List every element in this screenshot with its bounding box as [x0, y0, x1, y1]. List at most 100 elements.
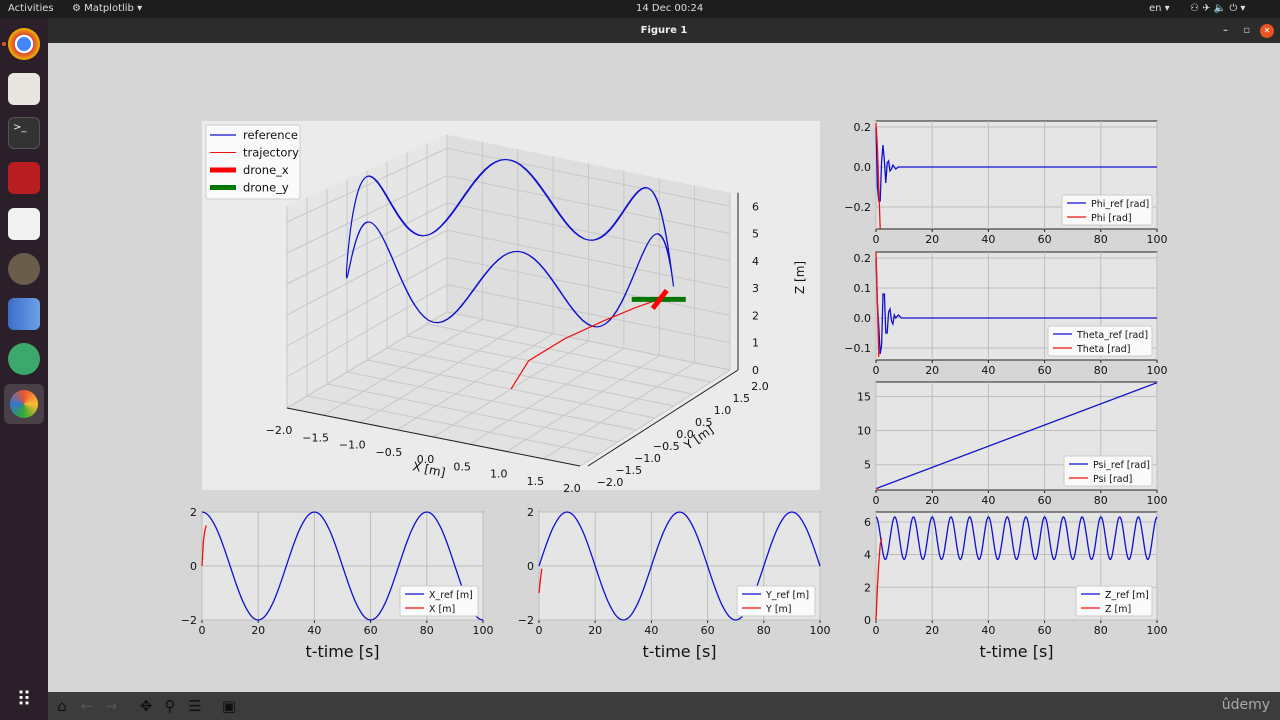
y-tick-label: 0.2 [854, 121, 872, 134]
z-tick-label: 2 [752, 309, 759, 322]
z-tick-label: 0 [752, 364, 759, 377]
legend-label: reference [243, 128, 298, 142]
udemy-watermark: ûdemy [1221, 697, 1270, 713]
y-tick-label: 1.0 [714, 404, 732, 417]
legend-label: Phi_ref [rad] [1091, 199, 1149, 210]
y-tick-label: −0.5 [653, 440, 680, 453]
legend-label: Psi [rad] [1093, 474, 1132, 485]
plot-y: 0 20 40 60 80 100−202Y_ref [m]Y [m]t-time [s] [518, 506, 831, 661]
y-tick-label: 0.0 [854, 161, 872, 174]
x-tick-label: 100 [1147, 364, 1168, 377]
y-tick-label: 15 [857, 390, 871, 403]
x-tick-label: 40 [981, 624, 995, 637]
x-tick-label: −1.5 [302, 431, 329, 444]
y-tick-label: 0 [864, 614, 871, 627]
x-tick-label: 80 [1094, 364, 1108, 377]
z-tick-label: 6 [752, 200, 759, 213]
plot-z: 0 20 40 60 80 100 0 2 4 6 Z_ref [m] Z [m] t-time [s] [864, 511, 1168, 661]
x-tick-label: 0 [873, 364, 880, 377]
plot-3d: −2.0−1.5−1.0−0.50.00.51.01.52.0 −2.0−1.5−… [202, 121, 820, 495]
y-tick-label: 4 [864, 549, 871, 562]
y-tick-label: −0.1 [844, 342, 871, 355]
plot-theta: 0 20 40 60 80 100 −0.1 0.0 0.1 0.2 Theta_ref [rad]… [844, 251, 1168, 377]
x-tick-label: 60 [1038, 494, 1052, 507]
x-tick-label: 40 [981, 494, 995, 507]
y-tick-label: −0.2 [844, 201, 871, 214]
z-axis-label: Z [m] [793, 261, 807, 294]
x-tick-label: 20 [588, 624, 602, 637]
x-tick-label: 40 [307, 624, 321, 637]
y-tick-label: 5 [864, 459, 871, 472]
y-tick-label: 0.0 [854, 312, 872, 325]
legend-label: drone_x [243, 163, 289, 177]
pan-icon[interactable]: ✥ [136, 697, 156, 715]
legend-label: Y_ref [m] [765, 590, 809, 601]
x-tick-label: 0 [536, 624, 543, 637]
legend-label: trajectory [243, 146, 299, 160]
x-axis-label: t-time [s] [642, 642, 716, 661]
z-tick-label: 5 [752, 228, 759, 241]
x-tick-label: 2.0 [563, 482, 581, 495]
back-icon[interactable]: ← [77, 697, 97, 715]
x-tick-label: 100 [810, 624, 831, 637]
x-tick-label: 20 [251, 624, 265, 637]
x-tick-label: 60 [364, 624, 378, 637]
legend-label: Theta [rad] [1076, 344, 1130, 355]
x-tick-label: 1.0 [490, 468, 508, 481]
x-tick-label: 20 [925, 494, 939, 507]
y-tick-label: −2 [518, 614, 534, 627]
x-tick-label: 60 [1038, 364, 1052, 377]
zoom-icon[interactable]: ⚲ [160, 697, 180, 715]
y-tick-label: 0.2 [854, 252, 872, 265]
x-tick-label: 80 [757, 624, 771, 637]
save-icon[interactable]: ▣ [219, 697, 239, 715]
x-tick-label: 80 [420, 624, 434, 637]
x-tick-label: 80 [1094, 233, 1108, 246]
x-tick-label: 0 [873, 624, 880, 637]
y-tick-label: 0.1 [854, 282, 872, 295]
configure-icon[interactable]: ☰ [185, 697, 205, 715]
plot-psi: 0 20 40 60 80 100 5 10 15 Psi_ref [rad] Psi [rad] [857, 381, 1168, 507]
legend-label: Phi [rad] [1091, 213, 1132, 224]
x-tick-label: 100 [1147, 624, 1168, 637]
legend-label: Z_ref [m] [1105, 590, 1149, 601]
y-tick-label: 2.0 [751, 380, 769, 393]
x-tick-label: 60 [1038, 624, 1052, 637]
home-icon[interactable]: ⌂ [52, 697, 72, 715]
x-tick-label: 60 [701, 624, 715, 637]
x-tick-label: 0.5 [453, 460, 471, 473]
x-tick-label: 20 [925, 624, 939, 637]
y-tick-label: −2.0 [597, 476, 624, 489]
legend-label: Theta_ref [rad] [1076, 330, 1148, 341]
forward-icon[interactable]: → [101, 697, 121, 715]
legend-label: drone_y [243, 181, 289, 195]
y-tick-label: 0 [527, 560, 534, 573]
x-tick-label: 1.5 [527, 475, 545, 488]
plot-x: 0 20 40 60 80 100−202X_ref [m]X [m]t-time [s] [181, 506, 494, 661]
y-tick-label: 2 [864, 581, 871, 594]
x-tick-label: 80 [1094, 494, 1108, 507]
x-tick-label: 60 [1038, 233, 1052, 246]
y-tick-label: −2 [181, 614, 197, 627]
x-tick-label: 100 [1147, 494, 1168, 507]
x-tick-label: 80 [1094, 624, 1108, 637]
legend-label: X_ref [m] [429, 590, 473, 601]
z-tick-label: 1 [752, 337, 759, 350]
x-axis-label: t-time [s] [305, 642, 379, 661]
y-tick-label: 2 [527, 506, 534, 519]
y-tick-label: 1.5 [733, 392, 751, 405]
x-tick-label: 0 [873, 233, 880, 246]
navigation-toolbar: ⌂ ← → ✥ ⚲ ☰ ▣ ûdemy [48, 692, 1280, 720]
x-tick-label: 100 [1147, 233, 1168, 246]
x-tick-label: −2.0 [266, 424, 293, 437]
y-tick-label: 6 [864, 516, 871, 529]
x-tick-label: 20 [925, 233, 939, 246]
z-tick-label: 3 [752, 282, 759, 295]
y-tick-label: 0 [190, 560, 197, 573]
legend-label: Y [m] [765, 604, 792, 615]
x-axis-label: t-time [s] [979, 642, 1053, 661]
plot-phi: 0 20 40 60 80 100 −0.2 0.0 0.2 Phi_ref [rad] Phi [… [844, 120, 1168, 246]
y-tick-label: 2 [190, 506, 197, 519]
y-tick-label: −1.5 [615, 464, 642, 477]
x-tick-label: 0 [873, 494, 880, 507]
